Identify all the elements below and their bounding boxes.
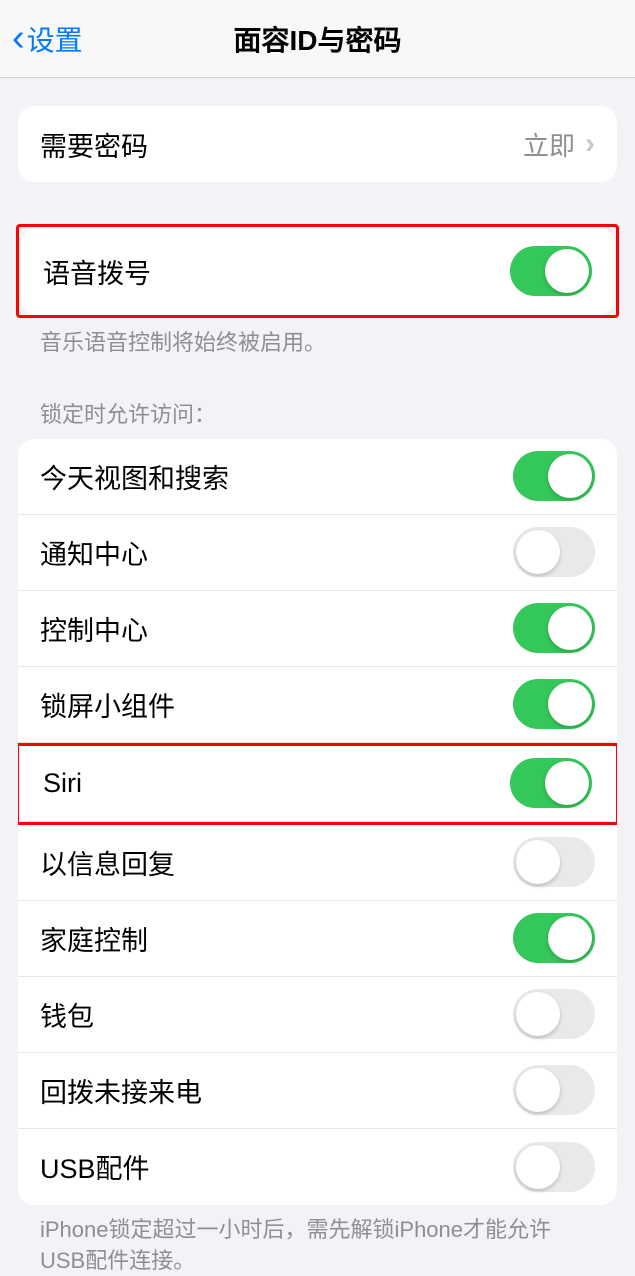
item-label: 回拨未接来电 — [40, 1071, 202, 1110]
list-item: USB配件 — [18, 1129, 617, 1205]
require-passcode-group: 需要密码 立即 › — [18, 106, 617, 182]
list-item: 家庭控制 — [18, 901, 617, 977]
item-toggle[interactable] — [513, 989, 595, 1039]
locked-access-footer: iPhone锁定超过一小时后，需先解锁iPhone才能允许USB配件连接。 — [18, 1205, 617, 1276]
item-label: 钱包 — [40, 995, 94, 1034]
voice-dial-toggle[interactable] — [510, 246, 592, 296]
item-toggle[interactable] — [513, 913, 595, 963]
chevron-left-icon: ‹ — [12, 17, 25, 60]
chevron-right-icon: › — [585, 127, 595, 161]
list-item: 锁屏小组件 — [18, 667, 617, 743]
item-label: 家庭控制 — [40, 919, 148, 958]
item-label: 以信息回复 — [40, 843, 175, 882]
require-passcode-row[interactable]: 需要密码 立即 › — [18, 106, 617, 182]
voice-dial-label: 语音拨号 — [43, 252, 151, 291]
item-toggle[interactable] — [513, 527, 595, 577]
item-label: Siri — [43, 768, 82, 799]
list-item: 通知中心 — [18, 515, 617, 591]
list-item: 以信息回复 — [18, 825, 617, 901]
item-label: 控制中心 — [40, 609, 148, 648]
page-title: 面容ID与密码 — [233, 19, 401, 59]
locked-access-header: 锁定时允许访问： — [18, 397, 617, 439]
list-item: 控制中心 — [18, 591, 617, 667]
voice-dial-group: 语音拨号 — [21, 227, 614, 315]
locked-access-group: 今天视图和搜索 通知中心 控制中心 锁屏小组件 Siri 以信息回复 家庭控制 — [18, 439, 617, 1205]
voice-dial-footer: 音乐语音控制将始终被启用。 — [18, 318, 617, 359]
highlight-siri: Siri — [18, 743, 617, 825]
item-toggle[interactable] — [513, 679, 595, 729]
back-label: 设置 — [27, 19, 83, 59]
item-label: 今天视图和搜索 — [40, 457, 229, 496]
nav-header: ‹ 设置 面容ID与密码 — [0, 0, 635, 78]
item-label: USB配件 — [40, 1147, 150, 1186]
item-label: 通知中心 — [40, 533, 148, 572]
list-item: Siri — [21, 746, 614, 822]
item-toggle[interactable] — [513, 451, 595, 501]
item-toggle[interactable] — [513, 837, 595, 887]
item-label: 锁屏小组件 — [40, 685, 175, 724]
require-passcode-label: 需要密码 — [40, 125, 148, 164]
list-item: 今天视图和搜索 — [18, 439, 617, 515]
voice-dial-row: 语音拨号 — [21, 227, 614, 315]
item-toggle[interactable] — [513, 1142, 595, 1192]
require-passcode-value: 立即 — [523, 126, 575, 163]
item-toggle[interactable] — [513, 1065, 595, 1115]
back-button[interactable]: ‹ 设置 — [0, 17, 83, 60]
highlight-voice-dial: 语音拨号 — [16, 224, 619, 318]
list-item: 回拨未接来电 — [18, 1053, 617, 1129]
item-toggle[interactable] — [510, 758, 592, 808]
list-item: 钱包 — [18, 977, 617, 1053]
item-toggle[interactable] — [513, 603, 595, 653]
